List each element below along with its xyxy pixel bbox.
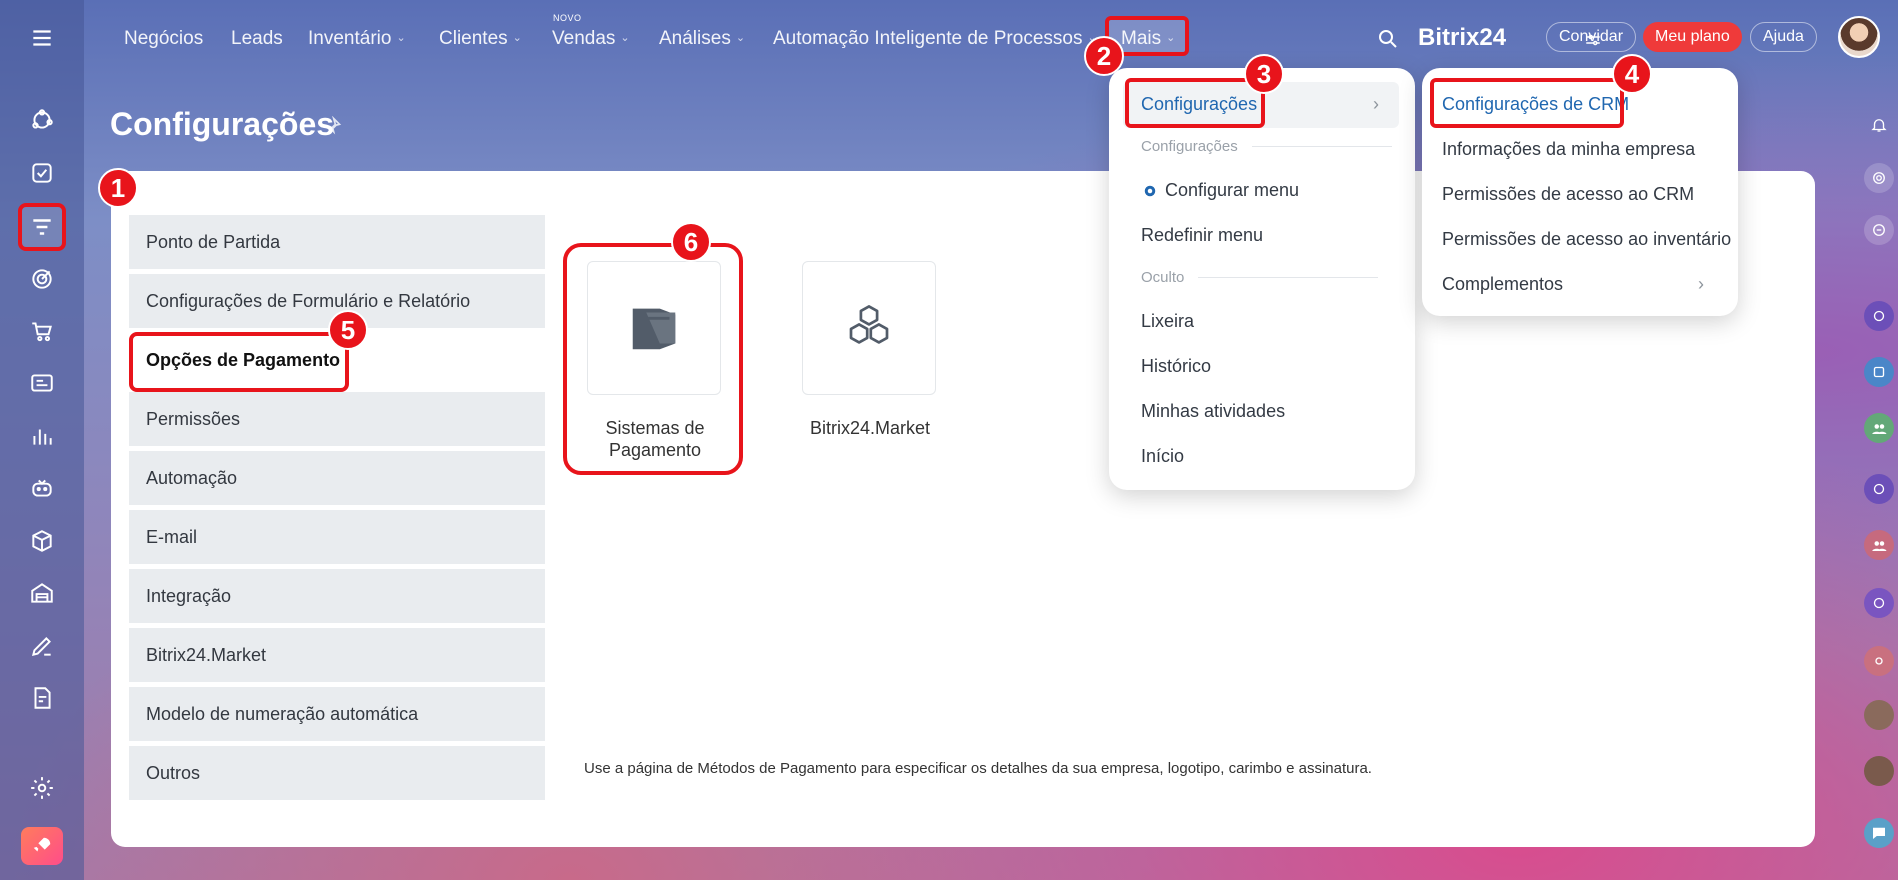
tile-bitrix24-market[interactable]: Bitrix24.Market	[802, 261, 938, 439]
settings-menu: Ponto de Partida Configurações de Formul…	[129, 215, 545, 805]
menu-item-automacao[interactable]: Automação	[129, 451, 545, 505]
step-badge-2: 2	[1084, 36, 1124, 76]
nav-analises[interactable]: Análises ⌄	[659, 28, 745, 50]
group-chat-icon-4[interactable]	[1864, 474, 1894, 504]
rocket-icon[interactable]	[21, 827, 63, 865]
chevron-right-icon: ›	[1698, 274, 1704, 294]
step-badge-4: 4	[1612, 54, 1652, 94]
menu-item-email[interactable]: E-mail	[129, 510, 545, 564]
cart-icon[interactable]	[22, 311, 62, 351]
hamburger-menu-icon[interactable]	[22, 18, 62, 58]
new-tag: NOVO	[553, 13, 582, 23]
robot-icon[interactable]	[22, 468, 62, 508]
search-icon[interactable]	[1376, 27, 1400, 56]
dropdown-item-configurar-menu[interactable]: Configurar menu	[1141, 180, 1299, 201]
nav-inventario[interactable]: Inventário ⌄	[308, 28, 406, 50]
contact-avatar-1[interactable]	[1864, 700, 1894, 730]
payment-systems-highlight-frame	[563, 243, 743, 475]
contact-avatar-2[interactable]	[1864, 756, 1894, 786]
analytics-icon[interactable]	[22, 416, 62, 456]
help-button[interactable]: Ajuda	[1750, 22, 1817, 52]
feed-icon[interactable]	[22, 100, 62, 140]
nav-vendas[interactable]: Vendas ⌄	[552, 28, 630, 50]
tile-label: Bitrix24.Market	[809, 418, 931, 438]
step-badge-1: 1	[98, 168, 138, 208]
pin-icon[interactable]	[322, 115, 342, 141]
gear-icon	[1144, 185, 1156, 196]
right-rail	[1858, 0, 1898, 880]
brand-logo[interactable]: Bitrix24	[1418, 24, 1506, 52]
group-chat-icon-3[interactable]	[1864, 413, 1894, 443]
chevron-right-icon: ›	[1373, 94, 1379, 114]
menu-item-market[interactable]: Bitrix24.Market	[129, 628, 545, 682]
payment-hint-text: Use a página de Métodos de Pagamento par…	[584, 760, 1372, 777]
group-chat-icon-6[interactable]	[1864, 588, 1894, 618]
section-oculto: Oculto	[1141, 269, 1379, 286]
submenu-item-addons[interactable]: Complementos	[1442, 274, 1563, 295]
step-badge-5: 5	[328, 310, 368, 350]
menu-item-numeracao[interactable]: Modelo de numeração automática	[129, 687, 545, 741]
target-icon[interactable]	[22, 259, 62, 299]
group-chat-icon-2[interactable]	[1864, 357, 1894, 387]
crm-settings-highlight-frame	[1430, 78, 1624, 128]
chevron-down-icon: ⌄	[620, 32, 630, 44]
invite-button[interactable]: Convidar	[1546, 22, 1637, 52]
contact-card-icon[interactable]	[22, 363, 62, 403]
user-avatar[interactable]	[1838, 16, 1880, 58]
copilot-icon[interactable]	[1864, 163, 1894, 193]
pen-sign-icon[interactable]	[22, 626, 62, 666]
nav-automacao[interactable]: Automação Inteligente de Processos ⌄	[773, 28, 1097, 50]
dropdown-item-redefinir-menu[interactable]: Redefinir menu	[1141, 225, 1263, 246]
submenu-item-company-info[interactable]: Informações da minha empresa	[1442, 139, 1695, 160]
document-edit-icon[interactable]	[22, 678, 62, 718]
group-chat-icon-7[interactable]	[1864, 646, 1894, 676]
chevron-down-icon: ⌄	[396, 32, 406, 44]
warehouse-icon[interactable]	[22, 573, 62, 613]
my-plan-button[interactable]: Meu plano	[1643, 22, 1742, 52]
dropdown-item-historico[interactable]: Histórico	[1141, 356, 1211, 377]
tile-box[interactable]	[802, 261, 936, 395]
mais-dropdown: Configurações › Configurações Configurar…	[1109, 68, 1415, 490]
menu-item-integracao[interactable]: Integração	[129, 569, 545, 623]
configuracoes-submenu: Configurações de CRM Informações da minh…	[1422, 68, 1738, 316]
dropdown-item-lixeira[interactable]: Lixeira	[1141, 311, 1194, 332]
menu-item-permissoes[interactable]: Permissões	[129, 392, 545, 446]
chat-search-icon[interactable]	[1864, 215, 1894, 245]
menu-item-outros[interactable]: Outros	[129, 746, 545, 800]
chevron-down-icon: ⌄	[512, 32, 522, 44]
submenu-item-inventory-permissions[interactable]: Permissões de acesso ao inventário	[1442, 229, 1731, 250]
bell-icon[interactable]	[1864, 110, 1894, 140]
section-configuracoes: Configurações	[1141, 138, 1392, 155]
package-icon[interactable]	[22, 521, 62, 561]
settings-gear-icon[interactable]	[22, 768, 62, 808]
step-badge-3: 3	[1244, 54, 1284, 94]
crm-icon[interactable]	[18, 203, 66, 251]
cubes-icon	[849, 305, 889, 344]
nav-clientes[interactable]: Clientes ⌄	[439, 28, 522, 50]
nav-negocios[interactable]: Negócios	[124, 28, 203, 50]
configuracoes-highlight-frame	[1125, 78, 1265, 128]
chat-bubble-icon[interactable]	[1864, 818, 1894, 848]
submenu-item-crm-permissions[interactable]: Permissões de acesso ao CRM	[1442, 184, 1694, 205]
dropdown-item-inicio[interactable]: Início	[1141, 446, 1184, 467]
nav-leads[interactable]: Leads	[231, 28, 283, 50]
left-sidebar	[0, 0, 84, 880]
dropdown-item-minhas-atividades[interactable]: Minhas atividades	[1141, 401, 1285, 422]
payment-options-highlight-frame	[129, 332, 349, 392]
group-chat-icon-1[interactable]	[1864, 301, 1894, 331]
page-title: Configurações	[110, 106, 335, 142]
group-chat-icon-5[interactable]	[1864, 530, 1894, 560]
step-badge-6: 6	[671, 222, 711, 262]
chevron-down-icon: ⌄	[735, 32, 746, 44]
tasks-icon[interactable]	[22, 153, 62, 193]
menu-item-ponto-de-partida[interactable]: Ponto de Partida	[129, 215, 545, 269]
